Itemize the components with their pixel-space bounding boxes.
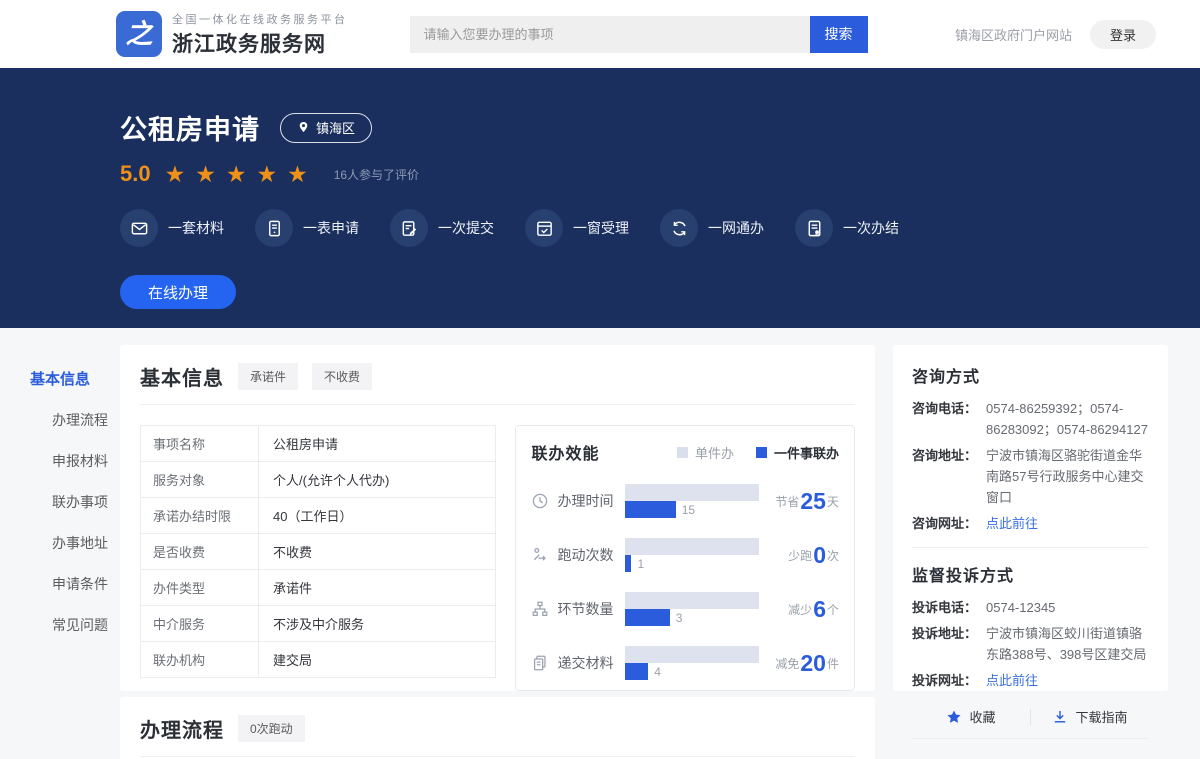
feature-item: 一次办结 — [795, 209, 899, 247]
basic-info-card: 基本信息 承诺件 不收费 事项名称 公租房申请 服务对象 个人/(允许个人代办)… — [120, 345, 875, 691]
table-row: 服务对象 个人/(允许个人代办) — [140, 462, 496, 498]
envelope-icon — [120, 209, 158, 247]
complaint-website-row: 投诉网址： 点此前往 — [912, 670, 1149, 691]
favorite-button[interactable]: 收藏 — [912, 707, 1030, 726]
page-content: 基本信息 办理流程 申报材料 联办事项 办事地址 申请条件 常见问题 基本信息 … — [0, 328, 1200, 759]
feature-item: 一次提交 — [390, 209, 494, 247]
district-badge[interactable]: 镇海区 — [280, 113, 372, 143]
site-logo[interactable]: 之 全国一体化在线政务服务平台 浙江政务服务网 — [116, 11, 348, 58]
submit-edit-icon — [390, 209, 428, 247]
bar-joint — [625, 663, 648, 680]
table-row: 承诺办结时限 40（工作日） — [140, 498, 496, 534]
consult-address-row: 咨询地址： 宁波市镇海区骆驼街道金华南路57号行政服务中心建交窗口 — [912, 445, 1149, 508]
complaint-go-link[interactable]: 点此前往 — [986, 670, 1149, 691]
rating-score: 5.0 — [120, 161, 151, 187]
search-button[interactable]: 搜索 — [810, 16, 868, 53]
feature-item: 一网通办 — [660, 209, 764, 247]
nav-item-materials[interactable]: 申报材料 — [30, 451, 120, 471]
table-row: 事项名称 公租房申请 — [140, 426, 496, 462]
nav-item-process[interactable]: 办理流程 — [30, 410, 120, 430]
bar-single — [625, 592, 759, 609]
legend-single-swatch — [677, 447, 688, 458]
chart-row-materials: 递交材料 4 减免20件 — [531, 646, 839, 680]
favorite-star-icon — [946, 709, 962, 725]
complaint-title: 监督投诉方式 — [912, 562, 1149, 586]
table-row: 办件类型 承诺件 — [140, 570, 496, 606]
chart-row-trips: 跑动次数 1 少跑0次 — [531, 538, 839, 572]
anchor-nav: 基本信息 办理流程 申报材料 联办事项 办事地址 申请条件 常见问题 — [30, 368, 120, 656]
consult-website-row: 咨询网址： 点此前往 — [912, 513, 1149, 534]
bar-joint — [625, 609, 669, 626]
bar-single — [625, 538, 759, 555]
chart-row-steps: 环节数量 3 减少6个 — [531, 592, 839, 626]
portal-link[interactable]: 镇海区政府门户网站 — [955, 25, 1072, 44]
saving-stat: 节省25天 — [775, 490, 839, 513]
location-pin-icon — [297, 120, 310, 135]
badge-promise-item: 承诺件 — [238, 363, 298, 390]
badge-free: 不收费 — [312, 363, 372, 390]
section-title-basic-info: 基本信息 — [140, 362, 224, 391]
hero-banner: 公租房申请 镇海区 5.0 ★★★★★ 16人参与了评价 一套材料 — [0, 68, 1200, 328]
site-name: 浙江政务服务网 — [172, 28, 348, 58]
table-row: 联办机构 建交局 — [140, 642, 496, 678]
nav-item-conditions[interactable]: 申请条件 — [30, 574, 120, 594]
site-tagline: 全国一体化在线政务服务平台 — [172, 11, 348, 27]
form-icon — [255, 209, 293, 247]
saving-stat: 减少6个 — [788, 598, 839, 621]
consult-phone-row: 咨询电话： 0574-86259392；0574-86283092；0574-8… — [912, 398, 1149, 440]
saving-stat: 减免20件 — [775, 652, 839, 675]
page-title: 公租房申请 — [120, 108, 260, 147]
consult-go-link[interactable]: 点此前往 — [986, 513, 1149, 534]
badge-zero-trips: 0次跑动 — [238, 715, 305, 742]
documents-icon — [531, 654, 549, 672]
login-button[interactable]: 登录 — [1090, 20, 1156, 49]
rating-count: 16人参与了评价 — [334, 166, 419, 183]
nav-item-joint-items[interactable]: 联办事项 — [30, 492, 120, 512]
search-input[interactable] — [410, 16, 810, 53]
table-row: 中介服务 不涉及中介服务 — [140, 606, 496, 642]
nav-item-faq[interactable]: 常见问题 — [30, 615, 120, 635]
online-apply-button[interactable]: 在线办理 — [120, 275, 236, 309]
logo-icon: 之 — [116, 11, 162, 57]
bar-joint — [625, 501, 675, 518]
legend-joint-swatch — [756, 447, 767, 458]
saving-stat: 少跑0次 — [788, 544, 839, 567]
search-bar: 搜索 — [410, 16, 868, 53]
feature-item: 一套材料 — [120, 209, 224, 247]
network-sync-icon — [660, 209, 698, 247]
feature-list: 一套材料 一表申请 一次提交 — [120, 209, 1200, 247]
download-icon — [1052, 709, 1068, 725]
consult-title: 咨询方式 — [912, 363, 1149, 387]
top-header: 之 全国一体化在线政务服务平台 浙江政务服务网 搜索 镇海区政府门户网站 登录 — [0, 0, 1200, 68]
chart-title: 联办效能 — [531, 440, 599, 464]
chart-row-time: 办理时间 15 节省25天 — [531, 484, 839, 518]
run-icon — [531, 546, 549, 564]
nodes-icon — [531, 600, 549, 618]
rating-stars: ★★★★★ — [165, 163, 318, 186]
bar-single — [625, 646, 759, 663]
section-title-process: 办理流程 — [140, 714, 224, 743]
nav-item-address[interactable]: 办事地址 — [30, 533, 120, 553]
window-check-icon — [525, 209, 563, 247]
table-row: 是否收费 不收费 — [140, 534, 496, 570]
feature-item: 一窗受理 — [525, 209, 629, 247]
bar-joint — [625, 555, 631, 572]
chart-legend: 单件办 一件事联办 — [677, 443, 839, 462]
complaint-address-row: 投诉地址： 宁波市镇海区蛟川街道镇骆东路388号、398号区建交局 — [912, 623, 1149, 665]
district-badge-label: 镇海区 — [316, 118, 355, 137]
nav-item-basic-info[interactable]: 基本信息 — [30, 368, 120, 389]
feature-item: 一表申请 — [255, 209, 359, 247]
basic-info-table: 事项名称 公租房申请 服务对象 个人/(允许个人代办) 承诺办结时限 40（工作… — [140, 425, 496, 691]
file-seal-icon — [795, 209, 833, 247]
process-card: 办理流程 0次跑动 — [120, 697, 875, 759]
download-guide-button[interactable]: 下载指南 — [1031, 707, 1149, 726]
contact-card: 咨询方式 咨询电话： 0574-86259392；0574-86283092；0… — [893, 345, 1168, 691]
joint-efficiency-panel: 联办效能 单件办 一件事联办 办理时间 — [515, 425, 855, 691]
bar-single — [625, 484, 759, 501]
clock-icon — [531, 492, 549, 510]
complaint-phone-row: 投诉电话： 0574-12345 — [912, 597, 1149, 618]
